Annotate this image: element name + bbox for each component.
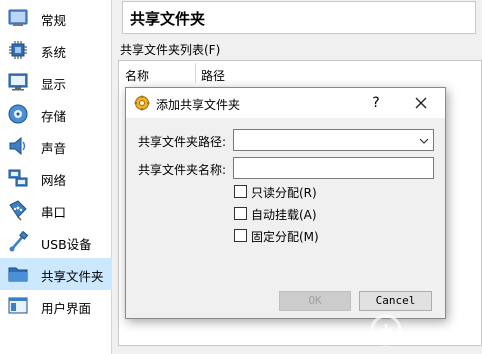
column-header-name[interactable]: 名称 xyxy=(125,67,149,84)
dialog-titlebar[interactable]: 添加共享文件夹 ? xyxy=(126,88,445,118)
storage-disk-icon xyxy=(7,103,29,125)
sidebar-item-audio[interactable]: 声音 xyxy=(0,130,112,162)
sidebar-item-label: 用户界面 xyxy=(41,301,92,316)
column-divider[interactable] xyxy=(195,63,196,83)
user-interface-icon xyxy=(7,295,29,317)
general-icon xyxy=(7,7,29,29)
sidebar-item-label: 系统 xyxy=(41,45,67,60)
system-chip-icon xyxy=(7,39,29,61)
auto-mount-label[interactable]: 自动挂载(A) xyxy=(251,206,317,223)
sidebar-item-label: USB设备 xyxy=(41,237,92,252)
serial-port-icon xyxy=(7,199,29,221)
speaker-icon xyxy=(7,135,29,157)
dialog-title: 添加共享文件夹 xyxy=(156,98,241,112)
page-title: 共享文件夹 xyxy=(122,1,476,34)
read-only-checkbox[interactable] xyxy=(234,185,247,198)
make-permanent-checkbox[interactable] xyxy=(234,229,247,242)
sidebar-item-label: 常规 xyxy=(41,13,67,28)
folder-name-label: 共享文件夹名称: xyxy=(138,163,227,177)
sidebar-item-label: 显示 xyxy=(41,77,67,92)
read-only-label[interactable]: 只读分配(R) xyxy=(251,184,317,201)
watermark-logo xyxy=(340,300,482,354)
network-icon xyxy=(7,167,29,189)
sidebar-item-usb[interactable]: USB设备 xyxy=(0,226,112,258)
sidebar-item-label: 存储 xyxy=(41,109,67,124)
column-header-path[interactable]: 路径 xyxy=(201,67,225,84)
sidebar-item-system[interactable]: 系统 xyxy=(0,34,112,66)
chevron-down-icon[interactable] xyxy=(418,135,430,147)
sidebar-item-storage[interactable]: 存储 xyxy=(0,98,112,130)
sidebar-item-general[interactable]: 常规 xyxy=(0,2,112,34)
add-shared-folder-dialog: 添加共享文件夹 ? 共享文件夹路径: 共享文件夹名称: 只读分配(R) 自动挂载… xyxy=(125,87,446,319)
sidebar-item-label: 网络 xyxy=(41,173,67,188)
sidebar-item-shared-folders[interactable]: 共享文件夹 xyxy=(0,258,112,290)
close-button[interactable] xyxy=(410,93,432,113)
close-icon xyxy=(415,97,427,109)
sidebar-item-display[interactable]: 显示 xyxy=(0,66,112,98)
folder-name-input[interactable] xyxy=(233,157,434,179)
help-button[interactable]: ? xyxy=(366,93,386,113)
shared-folder-list-label: 共享文件夹列表(F) xyxy=(120,43,221,57)
sidebar-item-serial[interactable]: 串口 xyxy=(0,194,112,226)
virtualbox-gear-icon xyxy=(134,95,150,111)
sidebar-item-label: 串口 xyxy=(41,205,67,220)
usb-icon xyxy=(7,231,29,253)
sidebar-item-network[interactable]: 网络 xyxy=(0,162,112,194)
shared-folder-icon xyxy=(7,263,29,285)
folder-path-label: 共享文件夹路径: xyxy=(138,135,227,149)
make-permanent-label[interactable]: 固定分配(M) xyxy=(251,228,319,245)
display-monitor-icon xyxy=(7,71,29,93)
settings-sidebar: 常规 系统 显示 存储 声音 网络 串口 USB设备 共享文件夹 用户界面 xyxy=(0,0,112,354)
folder-path-combobox[interactable] xyxy=(233,129,434,151)
sidebar-item-user-interface[interactable]: 用户界面 xyxy=(0,290,112,322)
auto-mount-checkbox[interactable] xyxy=(234,207,247,220)
sidebar-item-label: 声音 xyxy=(41,141,67,156)
sidebar-item-label: 共享文件夹 xyxy=(41,269,104,284)
